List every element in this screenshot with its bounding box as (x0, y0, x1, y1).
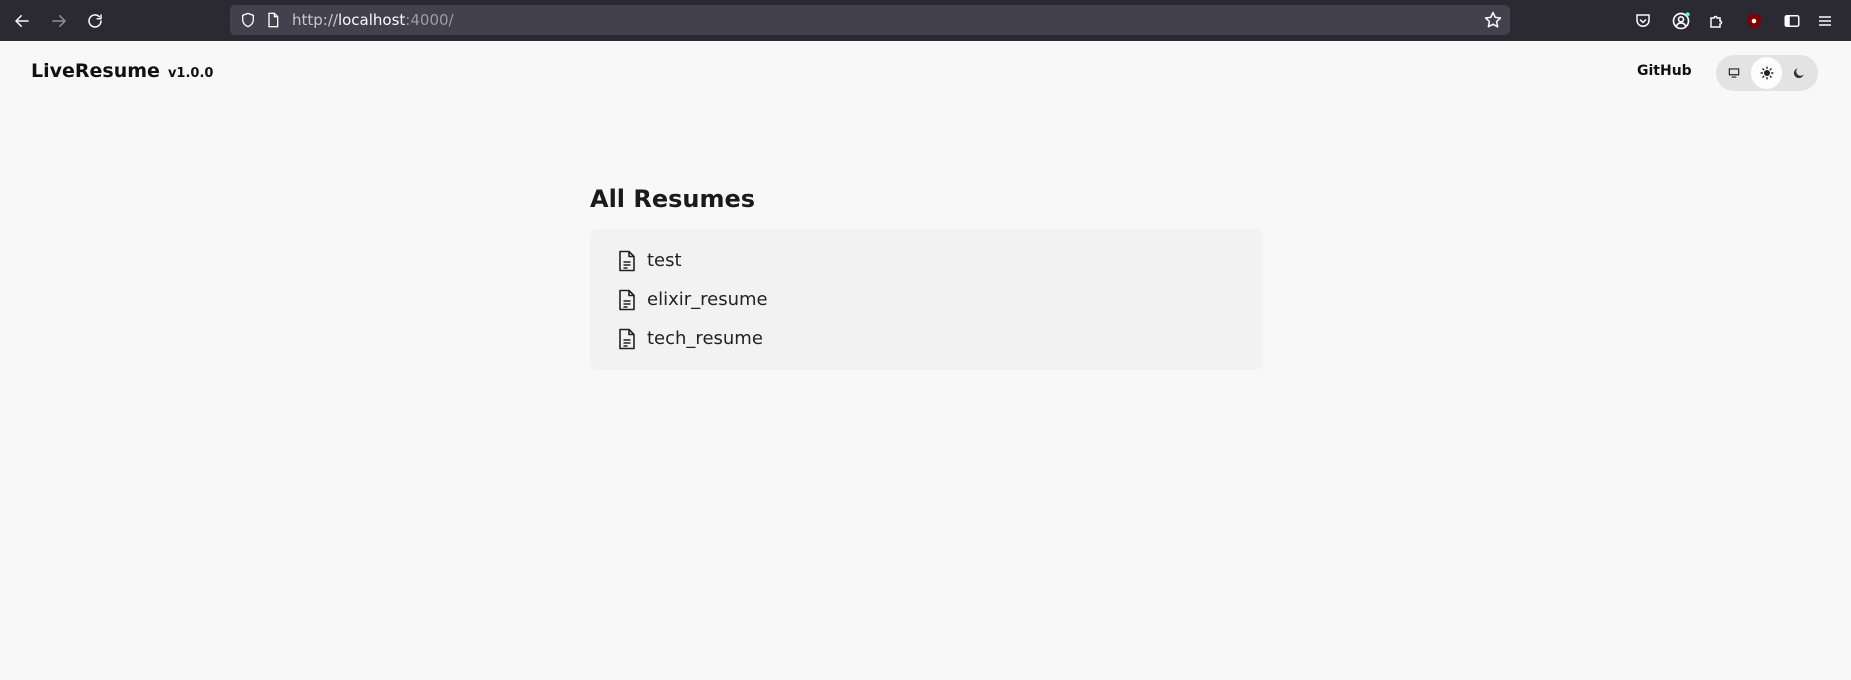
brand-name[interactable]: LiveResume (31, 60, 160, 82)
ublock-icon (1747, 13, 1761, 29)
url-host: localhost (337, 11, 406, 29)
reload-button[interactable] (83, 9, 107, 33)
resume-item[interactable]: test (617, 241, 1236, 280)
reload-icon (88, 14, 102, 28)
puzzle-icon (1710, 15, 1723, 28)
shield-icon[interactable] (240, 12, 256, 28)
brand[interactable]: LiveResume v1.0.0 (31, 60, 213, 82)
forward-button[interactable] (47, 9, 71, 33)
arrow-right-icon (52, 15, 66, 27)
resume-list: test elixir_resume tech_resume (590, 229, 1263, 370)
resume-item[interactable]: tech_resume (617, 319, 1236, 358)
pocket-icon (1636, 14, 1650, 27)
pocket-button[interactable] (1632, 10, 1654, 32)
document-icon (619, 250, 635, 271)
browser-toolbar: http://localhost:4000/ (0, 0, 1851, 41)
monitor-icon (1728, 68, 1740, 78)
theme-toggle (1716, 55, 1818, 91)
resume-item[interactable]: elixir_resume (617, 280, 1236, 319)
menu-button[interactable] (1814, 10, 1836, 32)
back-button[interactable] (10, 9, 34, 33)
main-content: All Resumes test elixir_resume tech_resu… (590, 185, 1263, 370)
document-icon (619, 328, 635, 349)
theme-light-button[interactable] (1750, 57, 1783, 89)
moon-icon (1794, 68, 1804, 79)
version-label: v1.0.0 (167, 66, 214, 81)
sidebar-button[interactable] (1781, 10, 1803, 32)
app-header: LiveResume v1.0.0 GitHub (0, 41, 1851, 105)
ublock-button[interactable] (1743, 10, 1765, 32)
url-port-path: :4000/ (405, 11, 454, 29)
url-text[interactable]: http://localhost:4000/ (292, 11, 454, 29)
hamburger-menu-icon (1819, 16, 1831, 26)
resume-name[interactable]: test (647, 250, 682, 271)
arrow-left-icon (15, 15, 29, 27)
sidebar-icon (1784, 15, 1800, 27)
extensions-button[interactable] (1706, 10, 1728, 32)
url-bar[interactable]: http://localhost:4000/ (230, 5, 1510, 35)
page-title: All Resumes (590, 185, 756, 213)
account-button[interactable] (1670, 10, 1692, 32)
account-icon (1672, 12, 1690, 30)
github-link[interactable]: GitHub (1637, 63, 1692, 79)
page-info-icon[interactable] (265, 12, 281, 28)
url-scheme: http:// (292, 11, 338, 29)
resume-name[interactable]: elixir_resume (647, 289, 768, 310)
theme-dark-button[interactable] (1783, 57, 1815, 89)
resume-name[interactable]: tech_resume (647, 328, 763, 349)
document-icon (619, 289, 635, 310)
theme-system-button[interactable] (1718, 57, 1750, 89)
sun-icon (1759, 66, 1774, 80)
bookmark-star-icon[interactable] (1484, 11, 1502, 29)
